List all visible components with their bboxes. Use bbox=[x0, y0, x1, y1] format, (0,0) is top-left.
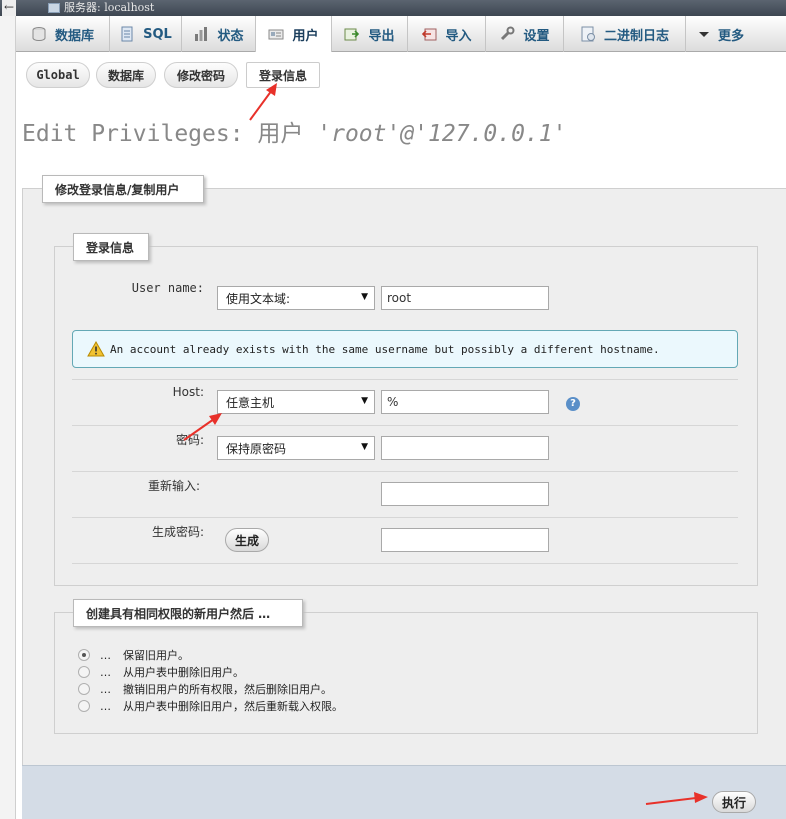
dropdown-arrow-icon: ▼ bbox=[361, 442, 368, 452]
page-title-user: 'root'@'127.0.0.1' bbox=[317, 121, 567, 147]
tab-label: 用户 bbox=[292, 28, 319, 44]
divider bbox=[72, 471, 738, 472]
status-icon bbox=[193, 26, 209, 42]
retype-password-input[interactable] bbox=[381, 482, 549, 506]
generated-password-input[interactable] bbox=[381, 528, 549, 552]
radio-button[interactable] bbox=[78, 666, 90, 678]
option-prefix: … bbox=[100, 682, 111, 696]
password-mode-select[interactable]: 保持原密码 ▼ bbox=[217, 436, 375, 460]
tab-label: 更多 bbox=[717, 28, 744, 44]
password-input[interactable] bbox=[381, 436, 549, 460]
page-title: Edit Privileges: 用户 'root'@'127.0.0.1' bbox=[22, 114, 567, 148]
radio-button[interactable] bbox=[78, 649, 90, 661]
export-icon bbox=[344, 26, 360, 42]
divider bbox=[72, 517, 738, 518]
tab-label: SQL bbox=[143, 26, 172, 42]
copy-user-legend: 创建具有相同权限的新用户然后 … bbox=[73, 599, 303, 627]
option-delete-old[interactable]: … 从用户表中删除旧用户。 bbox=[78, 664, 244, 680]
host-label: Host: bbox=[172, 385, 204, 399]
annotation-arrow bbox=[645, 792, 708, 805]
subtab-global[interactable]: Global bbox=[26, 62, 90, 88]
option-prefix: … bbox=[100, 699, 111, 713]
username-type-select[interactable]: 使用文本域: ▼ bbox=[217, 286, 375, 310]
dropdown-arrow-icon: ▼ bbox=[361, 292, 368, 302]
divider bbox=[72, 563, 738, 564]
option-label: 撤销旧用户的所有权限，然后删除旧用户。 bbox=[123, 683, 332, 696]
tab-settings[interactable]: 设置 bbox=[486, 16, 564, 52]
binlog-icon bbox=[580, 26, 596, 42]
tab-databases[interactable]: 数据库 bbox=[16, 16, 110, 52]
account-exists-notice: An account already exists with the same … bbox=[72, 330, 738, 368]
tab-label: 数据库 bbox=[54, 28, 94, 44]
tab-more[interactable]: 更多 bbox=[686, 16, 756, 52]
tab-label: 二进制日志 bbox=[603, 28, 669, 44]
submit-button[interactable]: 执行 bbox=[712, 791, 756, 813]
server-label[interactable]: 服务器: localhost bbox=[64, 0, 154, 16]
tab-users[interactable]: 用户 bbox=[256, 16, 332, 52]
server-icon bbox=[48, 3, 60, 13]
database-icon bbox=[31, 26, 47, 42]
tab-import[interactable]: 导入 bbox=[408, 16, 486, 52]
option-keep-old[interactable]: … 保留旧用户。 bbox=[78, 647, 189, 663]
generate-label: 生成密码: bbox=[151, 525, 204, 539]
option-delete-reload[interactable]: … 从用户表中删除旧用户，然后重新载入权限。 bbox=[78, 698, 343, 714]
generate-password-button[interactable]: 生成 bbox=[225, 528, 269, 552]
retype-label: 重新输入: bbox=[147, 479, 200, 493]
subtab-database[interactable]: 数据库 bbox=[96, 62, 156, 88]
divider bbox=[72, 425, 738, 426]
option-label: 从用户表中删除旧用户。 bbox=[123, 666, 244, 679]
tab-binary-log[interactable]: 二进制日志 bbox=[564, 16, 686, 52]
host-input[interactable]: % bbox=[381, 390, 549, 414]
tab-export[interactable]: 导出 bbox=[332, 16, 408, 52]
server-bar: ← 服务器: localhost bbox=[0, 0, 786, 16]
tab-label: 状态 bbox=[217, 28, 244, 44]
username-type-value: 使用文本域: bbox=[226, 291, 291, 306]
chevron-down-icon bbox=[698, 26, 710, 42]
subtab-change-password[interactable]: 修改密码 bbox=[164, 62, 238, 88]
login-info-legend: 登录信息 bbox=[73, 233, 149, 261]
option-label: 保留旧用户。 bbox=[123, 649, 189, 662]
sub-tabs: Global 数据库 修改密码 登录信息 bbox=[16, 56, 786, 96]
option-revoke-delete[interactable]: … 撤销旧用户的所有权限，然后删除旧用户。 bbox=[78, 681, 332, 697]
notice-text: An account already exists with the same … bbox=[110, 342, 660, 356]
wrench-icon bbox=[499, 26, 515, 42]
main-tabs: 数据库 SQL 状态 用户 导出 导入 设置 二进制日志 更多 bbox=[16, 16, 786, 52]
warning-icon bbox=[87, 341, 105, 357]
host-select[interactable]: 任意主机 ▼ bbox=[217, 390, 375, 414]
password-mode-value: 保持原密码 bbox=[226, 441, 287, 456]
tab-status[interactable]: 状态 bbox=[182, 16, 256, 52]
import-icon bbox=[421, 26, 437, 42]
tab-label: 设置 bbox=[523, 28, 550, 44]
annotation-arrow bbox=[183, 413, 222, 441]
change-login-legend: 修改登录信息/复制用户 bbox=[42, 175, 204, 203]
tab-sql[interactable]: SQL bbox=[110, 16, 182, 52]
divider bbox=[72, 379, 738, 380]
left-frame-border bbox=[0, 0, 16, 819]
tab-label: 导入 bbox=[445, 28, 472, 44]
help-icon[interactable]: ? bbox=[566, 397, 580, 411]
username-label: User name: bbox=[131, 281, 204, 295]
users-icon bbox=[268, 26, 284, 42]
radio-button[interactable] bbox=[78, 683, 90, 695]
option-label: 从用户表中删除旧用户，然后重新载入权限。 bbox=[123, 700, 343, 713]
tab-label: 导出 bbox=[368, 28, 395, 44]
username-input[interactable]: root bbox=[381, 286, 549, 310]
option-prefix: … bbox=[100, 665, 111, 679]
radio-button[interactable] bbox=[78, 700, 90, 712]
host-select-value: 任意主机 bbox=[226, 395, 275, 410]
page-title-prefix: Edit Privileges: 用户 bbox=[22, 121, 318, 147]
back-arrow-icon[interactable]: ← bbox=[2, 0, 16, 16]
option-prefix: … bbox=[100, 648, 111, 662]
sql-icon bbox=[119, 26, 135, 42]
dropdown-arrow-icon: ▼ bbox=[361, 396, 368, 406]
